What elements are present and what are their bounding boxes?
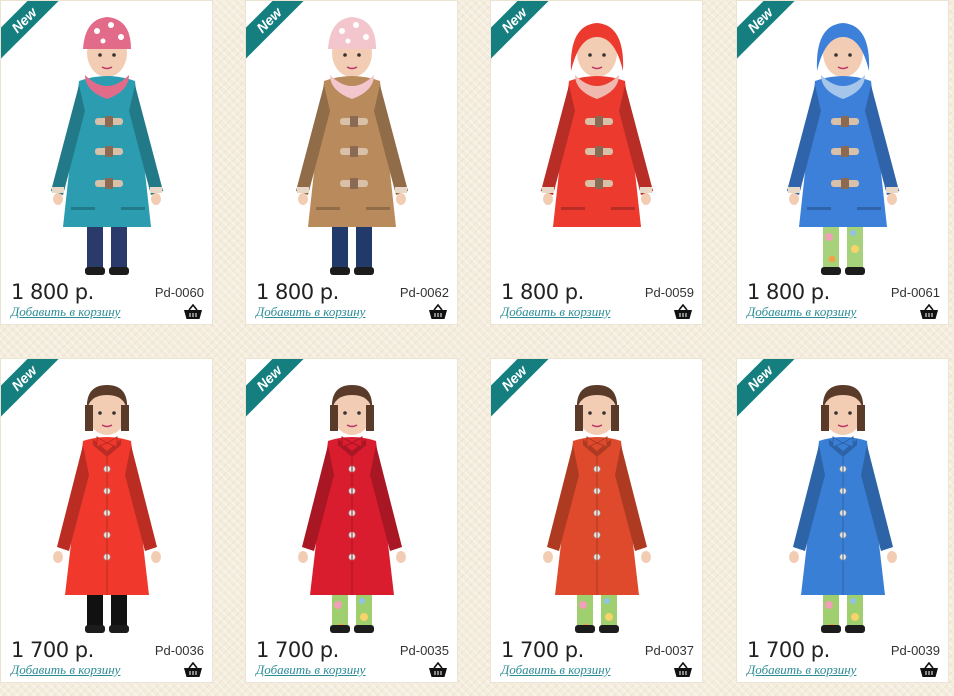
product-photo[interactable] bbox=[737, 359, 948, 634]
product-card[interactable]: New 1 800 р. Pd-0062 Добавить в корзину bbox=[245, 0, 458, 325]
product-price: 1 800 р. bbox=[11, 280, 94, 304]
product-card[interactable]: New 1 700 р. Pd-0039 Добавить в корзину bbox=[736, 358, 949, 683]
product-sku: Pd-0039 bbox=[890, 643, 940, 658]
add-to-cart-link[interactable]: Добавить в корзину bbox=[11, 304, 120, 320]
basket-icon[interactable] bbox=[428, 661, 448, 678]
product-sku: Pd-0061 bbox=[890, 285, 940, 300]
product-price: 1 700 р. bbox=[747, 638, 830, 662]
product-photo[interactable] bbox=[1, 359, 212, 634]
add-to-cart-link[interactable]: Добавить в корзину bbox=[747, 304, 856, 320]
add-to-cart-link[interactable]: Добавить в корзину bbox=[11, 662, 120, 678]
add-to-cart-link[interactable]: Добавить в корзину bbox=[256, 662, 365, 678]
basket-icon[interactable] bbox=[673, 661, 693, 678]
product-sku: Pd-0035 bbox=[399, 643, 449, 658]
product-photo[interactable] bbox=[737, 1, 948, 276]
product-sku: Pd-0062 bbox=[399, 285, 449, 300]
add-to-cart-link[interactable]: Добавить в корзину bbox=[256, 304, 365, 320]
product-photo[interactable] bbox=[491, 359, 702, 634]
product-sku: Pd-0037 bbox=[644, 643, 694, 658]
product-sku: Pd-0059 bbox=[644, 285, 694, 300]
product-photo[interactable] bbox=[1, 1, 212, 276]
add-to-cart-link[interactable]: Добавить в корзину bbox=[747, 662, 856, 678]
basket-icon[interactable] bbox=[673, 303, 693, 320]
product-price: 1 700 р. bbox=[501, 638, 584, 662]
product-card[interactable]: New 1 800 р. Pd-0060 Добавить в корзину bbox=[0, 0, 213, 325]
basket-icon[interactable] bbox=[428, 303, 448, 320]
product-card[interactable]: New 1 800 р. Pd-0061 Добавить в корзину bbox=[736, 0, 949, 325]
product-price: 1 800 р. bbox=[501, 280, 584, 304]
product-photo[interactable] bbox=[491, 1, 702, 276]
basket-icon[interactable] bbox=[183, 303, 203, 320]
product-photo[interactable] bbox=[246, 1, 457, 276]
product-sku: Pd-0060 bbox=[154, 285, 204, 300]
product-price: 1 800 р. bbox=[747, 280, 830, 304]
add-to-cart-link[interactable]: Добавить в корзину bbox=[501, 662, 610, 678]
product-price: 1 800 р. bbox=[256, 280, 339, 304]
add-to-cart-link[interactable]: Добавить в корзину bbox=[501, 304, 610, 320]
product-price: 1 700 р. bbox=[11, 638, 94, 662]
product-photo[interactable] bbox=[246, 359, 457, 634]
product-price: 1 700 р. bbox=[256, 638, 339, 662]
product-card[interactable]: New 1 800 р. Pd-0059 Добавить в корзину bbox=[490, 0, 703, 325]
product-card[interactable]: New 1 700 р. Pd-0037 Добавить в корзину bbox=[490, 358, 703, 683]
basket-icon[interactable] bbox=[183, 661, 203, 678]
product-card[interactable]: New 1 700 р. Pd-0036 Добавить в корзину bbox=[0, 358, 213, 683]
basket-icon[interactable] bbox=[919, 303, 939, 320]
basket-icon[interactable] bbox=[919, 661, 939, 678]
product-card[interactable]: New 1 700 р. Pd-0035 Добавить в корзину bbox=[245, 358, 458, 683]
product-sku: Pd-0036 bbox=[154, 643, 204, 658]
